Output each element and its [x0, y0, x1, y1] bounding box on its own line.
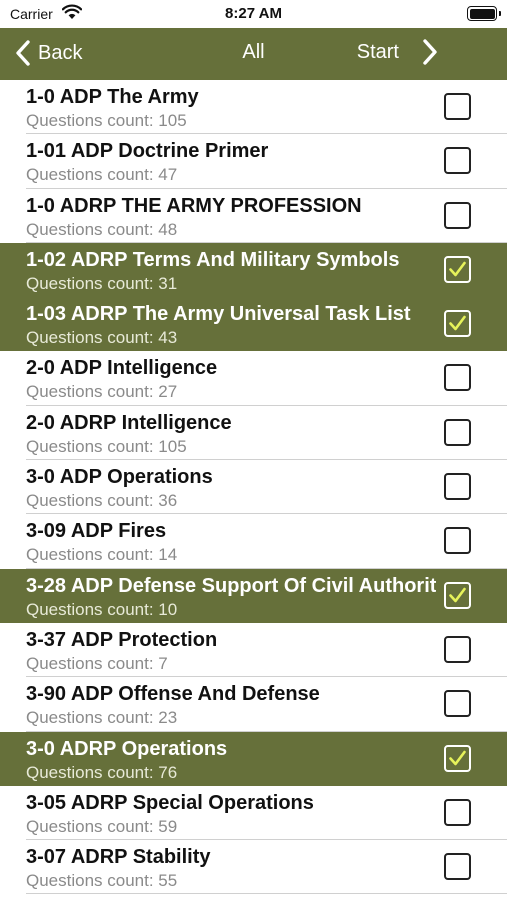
back-button[interactable]: Back — [14, 38, 82, 68]
list-item[interactable]: 1-0 ADP The Army Questions count: 105 — [0, 80, 507, 135]
item-checkbox[interactable] — [444, 635, 471, 663]
chevron-right-icon[interactable] — [421, 38, 439, 66]
item-title: 2-0 ADP Intelligence — [26, 357, 218, 380]
item-checkbox[interactable] — [444, 201, 471, 229]
item-title: 3-09 ADP Fires — [26, 520, 167, 543]
item-questions-count: Questions count: 23 — [26, 708, 178, 728]
item-title: 1-0 ADRP THE ARMY PROFESSION — [26, 194, 362, 217]
list-item[interactable]: 3-28 ADP Defense Support Of Civil Author… — [0, 568, 507, 623]
item-questions-count: Questions count: 14 — [26, 545, 178, 565]
list-item[interactable]: 2-0 ADP Intelligence Questions count: 27 — [0, 351, 507, 406]
item-questions-count: Questions count: 48 — [26, 219, 178, 239]
list-item[interactable]: 3-90 ADP Offense And Defense Questions co… — [0, 677, 507, 732]
item-title: 3-0 ADRP Operations — [26, 737, 228, 760]
list-item[interactable]: 2-0 ADRP Intelligence Questions count: 10… — [0, 405, 507, 461]
item-questions-count: Questions count: 105 — [26, 436, 187, 456]
list-item[interactable]: 3-0 ADP Operations Questions count: 36 — [0, 460, 507, 515]
item-questions-count: Questions count: 59 — [26, 816, 178, 836]
item-questions-count: Questions count: 105 — [26, 111, 187, 130]
item-checkbox[interactable] — [444, 310, 471, 338]
chevron-left-icon — [16, 40, 30, 66]
list-item[interactable]: 1-01 ADP Doctrine Primer Questions count:… — [0, 134, 507, 189]
topic-list: 1-0 ADP The Army Questions count: 105 1-01… — [0, 80, 507, 895]
item-checkbox[interactable] — [444, 798, 471, 826]
item-checkbox[interactable] — [444, 527, 471, 555]
list-item[interactable]: 3-0 ADRP Operations Questions count: 76 — [0, 731, 507, 786]
item-questions-count: Questions count: 55 — [26, 871, 178, 891]
item-questions-count: Questions count: 76 — [26, 762, 178, 782]
item-questions-count: Questions count: 27 — [26, 382, 178, 402]
list-item[interactable]: 3-37 ADP Protection Questions count: 7 — [0, 622, 507, 678]
navigation-bar: Back All Start — [0, 28, 507, 80]
list-item[interactable]: 1-03 ADRP The Army Universal Task List Qu… — [0, 297, 507, 352]
checkmark-icon — [449, 587, 466, 602]
list-item[interactable]: 1-02 ADRP Terms And Military Symbols Ques… — [0, 242, 507, 298]
row-separator — [26, 893, 507, 895]
item-title: 1-0 ADP The Army — [26, 86, 199, 108]
item-checkbox[interactable] — [444, 581, 471, 609]
item-title: 2-0 ADRP Intelligence — [26, 411, 232, 434]
item-questions-count: Questions count: 47 — [26, 165, 178, 185]
item-checkbox[interactable] — [444, 364, 471, 392]
item-title: 1-03 ADRP The Army Universal Task List — [26, 303, 411, 326]
item-title: 3-37 ADP Protection — [26, 628, 218, 651]
item-title: 3-90 ADP Offense And Defense — [26, 683, 320, 706]
item-checkbox[interactable] — [444, 744, 471, 772]
item-checkbox[interactable] — [444, 255, 471, 283]
status-bar: Carrier 8:27 AM — [0, 0, 507, 28]
list-item[interactable]: 1-0 ADRP THE ARMY PROFESSION Questions co… — [0, 188, 507, 243]
clock: 8:27 AM — [225, 5, 282, 22]
item-checkbox[interactable] — [444, 853, 471, 881]
item-title: 3-07 ADRP Stability — [26, 846, 211, 869]
item-questions-count: Questions count: 7 — [26, 653, 168, 673]
item-checkbox[interactable] — [444, 690, 471, 718]
list-item[interactable]: 3-07 ADRP Stability Questions count: 55 — [0, 840, 507, 895]
item-title: 1-02 ADRP Terms And Military Symbols — [26, 248, 400, 271]
item-checkbox[interactable] — [444, 93, 471, 120]
list-item[interactable]: 3-09 ADP Fires Questions count: 14 — [0, 514, 507, 569]
item-questions-count: Questions count: 43 — [26, 328, 178, 348]
list-item[interactable]: 3-05 ADRP Special Operations Questions co… — [0, 785, 507, 841]
battery-icon — [467, 6, 501, 21]
item-title: 3-05 ADRP Special Operations — [26, 791, 314, 814]
item-questions-count: Questions count: 36 — [26, 491, 178, 511]
checkmark-icon — [449, 315, 466, 331]
item-checkbox[interactable] — [444, 418, 471, 446]
item-title: 3-0 ADP Operations — [26, 466, 213, 489]
item-questions-count: Questions count: 31 — [26, 273, 178, 293]
item-checkbox[interactable] — [444, 473, 471, 501]
checkmark-icon — [449, 261, 466, 277]
checkmark-icon — [449, 750, 466, 765]
back-label: Back — [38, 41, 83, 64]
item-title: 1-01 ADP Doctrine Primer — [26, 140, 269, 163]
item-title: 3-28 ADP Defense Support Of Civil Author… — [26, 574, 436, 597]
item-checkbox[interactable] — [444, 147, 471, 175]
item-questions-count: Questions count: 10 — [26, 599, 178, 619]
start-button[interactable]: Start — [357, 41, 399, 64]
